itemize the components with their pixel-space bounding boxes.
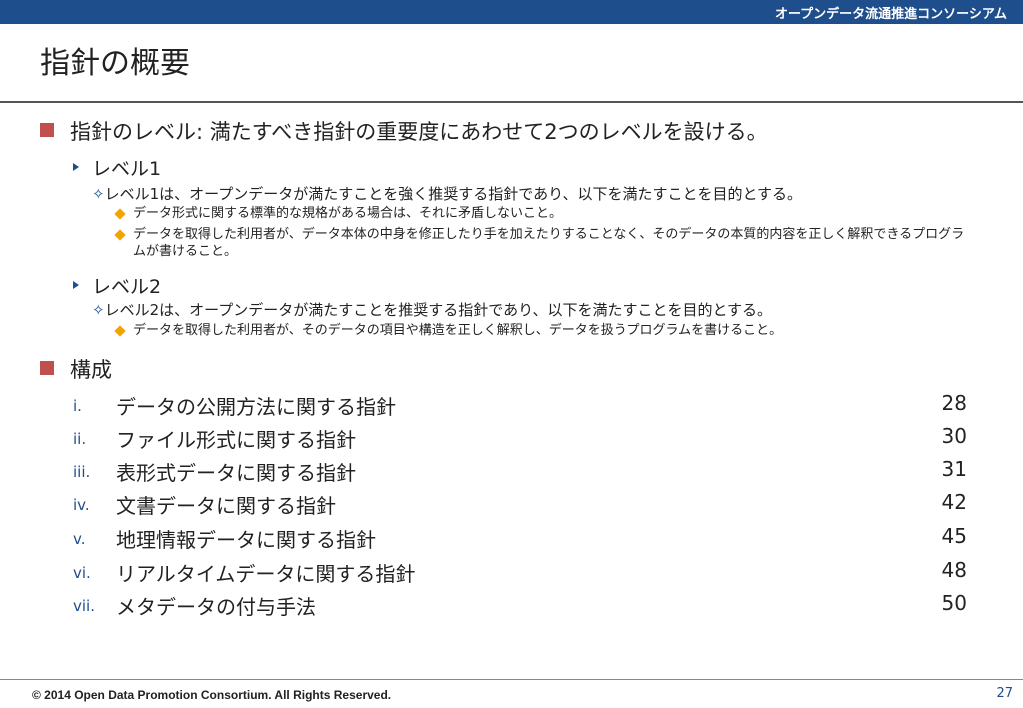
page-title: 指針の概要 (40, 46, 190, 81)
toc-number: iv. (73, 496, 90, 514)
toc-page: 30 (941, 424, 967, 448)
toc-label: 地理情報データに関する指針 (116, 528, 376, 552)
toc-number: vii. (73, 597, 95, 615)
toc-number: i. (73, 397, 82, 415)
toc-number: ii. (73, 430, 87, 448)
toc-page: 31 (941, 457, 967, 481)
toc-label: 表形式データに関する指針 (116, 461, 356, 485)
toc-page: 48 (941, 558, 967, 582)
star-bullet-icon: ✧ (92, 185, 105, 203)
toc-page: 50 (941, 591, 967, 615)
star-bullet-icon: ✧ (92, 301, 105, 319)
section-levels-heading: 指針のレベル: 満たすべき指針の重要度にあわせて2つのレベルを設ける。 (70, 120, 768, 144)
triangle-bullet-icon (73, 163, 79, 171)
level1-description: ✧レベル1は、オープンデータが満たすことを強く推奨する指針であり、以下を満たすこ… (92, 185, 803, 203)
toc-page: 28 (941, 391, 967, 415)
title-divider (0, 101, 1023, 103)
triangle-bullet-icon (73, 281, 79, 289)
level1-item-1: データ形式に関する標準的な規格がある場合は、それに矛盾しないこと。 (133, 206, 563, 221)
toc-page: 45 (941, 524, 967, 548)
diamond-bullet-icon (114, 229, 126, 241)
toc-label: メタデータの付与手法 (116, 595, 316, 619)
toc-label: リアルタイムデータに関する指針 (116, 562, 416, 586)
toc-label: ファイル形式に関する指針 (116, 428, 356, 452)
diamond-bullet-icon (114, 208, 126, 220)
level2-item-1: データを取得した利用者が、そのデータの項目や構造を正しく解釈し、データを扱うプロ… (133, 323, 783, 338)
toc-number: vi. (73, 564, 91, 582)
section-structure-heading: 構成 (70, 358, 112, 382)
square-bullet-icon (40, 361, 54, 375)
diamond-bullet-icon (114, 325, 126, 337)
header-bar: オープンデータ流通推進コンソーシアム (0, 0, 1023, 24)
footer-divider (0, 679, 1023, 680)
organization-name: オープンデータ流通推進コンソーシアム (774, 7, 1007, 22)
level2-description: ✧レベル2は、オープンデータが満たすことを推奨する指針であり、以下を満たすことを… (92, 301, 773, 319)
page-number: 27 (996, 686, 1013, 701)
level2-label: レベル2 (92, 276, 162, 298)
square-bullet-icon (40, 123, 54, 137)
toc-label: データの公開方法に関する指針 (116, 395, 396, 419)
level1-item-2: データを取得した利用者が、データ本体の中身を修正したり手を加えたりすることなく、… (133, 227, 965, 259)
toc-page: 42 (941, 490, 967, 514)
toc-number: iii. (73, 463, 91, 481)
toc-label: 文書データに関する指針 (116, 494, 336, 518)
toc-number: v. (73, 530, 86, 548)
copyright-text: © 2014 Open Data Promotion Consortium. A… (32, 688, 392, 702)
level1-label: レベル1 (92, 158, 162, 180)
